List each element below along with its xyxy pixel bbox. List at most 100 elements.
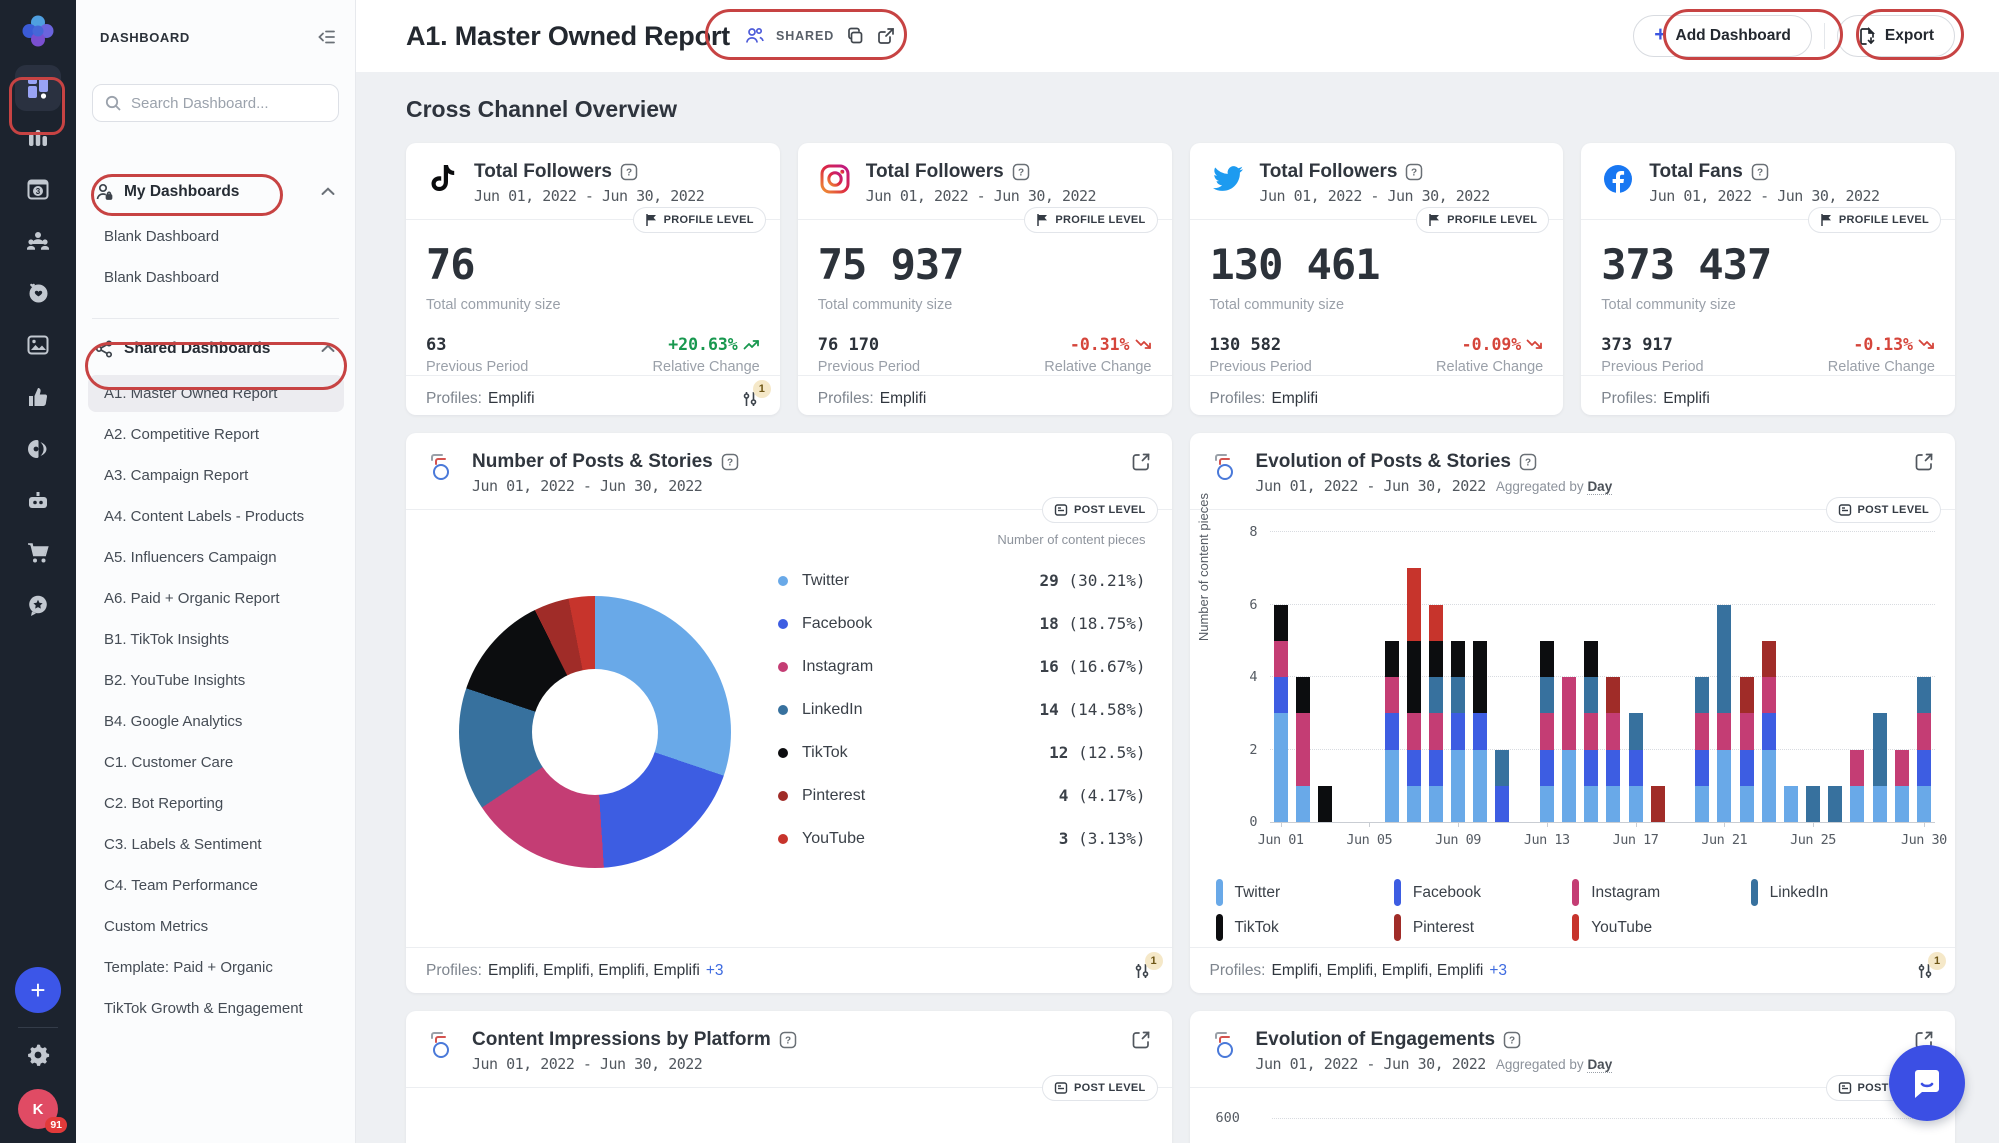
sidebar-item[interactable]: Blank Dashboard <box>88 218 344 255</box>
chat-launcher-button[interactable] <box>1889 1045 1965 1121</box>
chevron-up-icon[interactable] <box>321 340 335 358</box>
create-new-button[interactable]: + <box>15 967 61 1013</box>
nav-listening-icon[interactable] <box>25 423 51 475</box>
chevron-up-icon[interactable] <box>321 183 335 201</box>
sidebar-item[interactable]: TikTok Growth & Engagement <box>88 990 344 1027</box>
bar-slot[interactable] <box>1602 532 1624 822</box>
help-icon[interactable]: ? <box>721 453 739 471</box>
bar-slot[interactable] <box>1802 532 1824 822</box>
nav-engagement-icon[interactable] <box>25 371 51 423</box>
sidebar-item[interactable]: C3. Labels & Sentiment <box>88 826 344 863</box>
bar-slot[interactable] <box>1758 532 1780 822</box>
sidebar-item[interactable]: A3. Campaign Report <box>88 457 344 494</box>
bar-slot[interactable] <box>1713 532 1735 822</box>
bar-slot[interactable] <box>1580 532 1602 822</box>
bar-slot[interactable] <box>1625 532 1647 822</box>
bar-slot[interactable] <box>1891 532 1913 822</box>
help-icon[interactable]: ? <box>1519 453 1537 471</box>
emplifi-logo-icon[interactable] <box>19 12 57 55</box>
sidebar-item[interactable]: B4. Google Analytics <box>88 703 344 740</box>
bar-slot[interactable] <box>1403 532 1425 822</box>
open-external-icon[interactable] <box>876 26 896 46</box>
bar-slot[interactable] <box>1514 532 1536 822</box>
legend-item[interactable]: YouTube <box>1572 914 1750 941</box>
sidebar-item[interactable]: B2. YouTube Insights <box>88 662 344 699</box>
expand-widget-icon[interactable] <box>1913 451 1935 478</box>
bar-slot[interactable] <box>1336 532 1358 822</box>
bar-slot[interactable] <box>1869 532 1891 822</box>
legend-row[interactable]: YouTube 3 (3.13%) <box>778 817 1146 860</box>
nav-bot-icon[interactable] <box>25 475 51 527</box>
bar-slot[interactable] <box>1314 532 1336 822</box>
nav-community-icon[interactable] <box>25 215 51 267</box>
legend-row[interactable]: TikTok 12 (12.5%) <box>778 731 1146 774</box>
profiles-more-link[interactable]: +3 <box>706 962 724 980</box>
nav-reviews-icon[interactable] <box>25 579 51 631</box>
nav-publisher-calendar-icon[interactable]: 3 <box>25 163 51 215</box>
bar-slot[interactable] <box>1358 532 1380 822</box>
legend-row[interactable]: LinkedIn 14 (14.58%) <box>778 688 1146 731</box>
profiles-more-link[interactable]: +3 <box>1489 962 1507 980</box>
legend-row[interactable]: Pinterest 4 (4.17%) <box>778 774 1146 817</box>
bar-slot[interactable] <box>1824 532 1846 822</box>
donut-chart[interactable] <box>430 516 760 947</box>
bar-slot[interactable] <box>1536 532 1558 822</box>
sidebar-item[interactable]: A1. Master Owned Report <box>88 375 344 412</box>
bar-slot[interactable] <box>1735 532 1757 822</box>
nav-care-icon[interactable] <box>25 267 51 319</box>
nav-commerce-icon[interactable] <box>25 527 51 579</box>
legend-item[interactable]: Twitter <box>1215 879 1394 906</box>
bar-slot[interactable] <box>1691 532 1713 822</box>
sidebar-item[interactable]: A5. Influencers Campaign <box>88 539 344 576</box>
bar-slot[interactable] <box>1380 532 1402 822</box>
legend-row[interactable]: Instagram 16 (16.67%) <box>778 645 1146 688</box>
bar-slot[interactable] <box>1846 532 1868 822</box>
search-input[interactable] <box>92 84 339 122</box>
bar-slot[interactable] <box>1292 532 1314 822</box>
shared-dashboards-header[interactable]: Shared Dashboards <box>76 331 355 367</box>
sidebar-item[interactable]: C2. Bot Reporting <box>88 785 344 822</box>
my-dashboards-header[interactable]: My Dashboards <box>76 174 355 210</box>
nav-content-library-icon[interactable] <box>25 319 51 371</box>
expand-widget-icon[interactable] <box>1130 1029 1152 1056</box>
filters-icon[interactable]: 1 <box>1132 951 1163 981</box>
settings-gear-icon[interactable] <box>25 1042 51 1073</box>
nav-dashboard-icon[interactable] <box>15 65 61 111</box>
sidebar-item[interactable]: A2. Competitive Report <box>88 416 344 453</box>
add-dashboard-button[interactable]: + Add Dashboard <box>1633 15 1812 57</box>
aggregation-selector[interactable]: Day <box>1587 479 1613 495</box>
export-button[interactable]: Export <box>1836 15 1955 57</box>
sidebar-item[interactable]: B1. TikTok Insights <box>88 621 344 658</box>
sidebar-item[interactable]: Blank Dashboard <box>88 259 344 296</box>
help-icon[interactable]: ? <box>1751 163 1769 181</box>
sidebar-item[interactable]: C1. Customer Care <box>88 744 344 781</box>
help-icon[interactable]: ? <box>620 163 638 181</box>
legend-item[interactable]: Instagram <box>1572 879 1750 906</box>
aggregation-selector[interactable]: Day <box>1587 1057 1613 1073</box>
bar-slot[interactable] <box>1447 532 1469 822</box>
filters-icon[interactable]: 1 <box>1915 951 1946 981</box>
help-icon[interactable]: ? <box>1012 163 1030 181</box>
legend-row[interactable]: Facebook 18 (18.75%) <box>778 602 1146 645</box>
bar-slot[interactable] <box>1669 532 1691 822</box>
legend-item[interactable]: TikTok <box>1215 914 1394 941</box>
filters-icon[interactable]: 1 <box>740 379 771 409</box>
bar-slot[interactable] <box>1270 532 1292 822</box>
copy-icon[interactable] <box>845 26 865 46</box>
help-icon[interactable]: ? <box>779 1031 797 1049</box>
collapse-sidebar-icon[interactable] <box>315 26 337 48</box>
bar-slot[interactable] <box>1913 532 1935 822</box>
nav-analytics-icon[interactable] <box>25 111 51 163</box>
bar-slot[interactable] <box>1558 532 1580 822</box>
user-avatar[interactable]: K 91 <box>18 1089 67 1133</box>
legend-item[interactable]: Facebook <box>1393 879 1572 906</box>
bar-slot[interactable] <box>1425 532 1447 822</box>
expand-widget-icon[interactable] <box>1130 451 1152 478</box>
bar-slot[interactable] <box>1491 532 1513 822</box>
stacked-bar-chart[interactable]: Number of content pieces 0 2 4 6 8 Jun 01 Jun … <box>1196 493 1948 869</box>
help-icon[interactable]: ? <box>1503 1031 1521 1049</box>
bar-slot[interactable] <box>1647 532 1669 822</box>
sidebar-item[interactable]: Custom Metrics <box>88 908 344 945</box>
sidebar-item[interactable]: A4. Content Labels - Products <box>88 498 344 535</box>
sidebar-item[interactable]: A6. Paid + Organic Report <box>88 580 344 617</box>
